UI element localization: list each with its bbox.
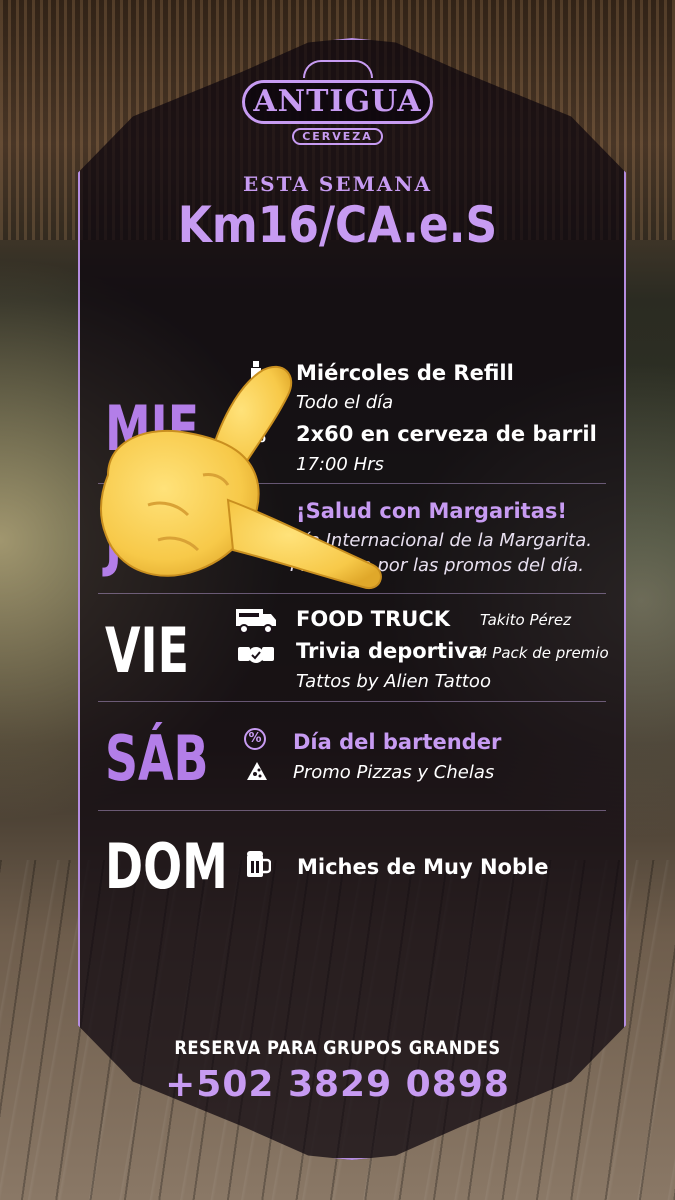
- day-label-sab: SÁB: [105, 722, 209, 795]
- divider: [98, 701, 606, 702]
- cta-label: RESERVA PARA GRUPOS GRANDES: [174, 1037, 501, 1059]
- day-label-dom: DOM: [105, 830, 228, 903]
- dom-line-1: Miches de Muy Noble: [297, 855, 549, 879]
- location-title: Km16/CA.e.S: [177, 196, 498, 254]
- percent-icon: %: [244, 728, 266, 750]
- phone-number[interactable]: +502 3829 0898: [0, 1064, 675, 1105]
- vie-line-2: Trivia deportiva: [296, 639, 483, 663]
- divider: [98, 810, 606, 811]
- day-label-vie: VIE: [105, 614, 189, 687]
- vie-line-1-extra: Takito Pérez: [480, 611, 572, 629]
- pointing-hand-icon: [100, 365, 382, 590]
- trivia-icon: [238, 647, 274, 663]
- vie-line-3: Tattos by Alien Tattoo: [296, 671, 491, 692]
- food-truck-icon: [236, 609, 276, 634]
- logo-brand: ANTIGUA: [242, 79, 433, 124]
- logo-crown-icon: [302, 59, 373, 78]
- logo-sub: CERVEZA: [292, 127, 383, 145]
- sab-line-1: Día del bartender: [293, 730, 502, 754]
- pizza-icon: [247, 762, 267, 780]
- sab-line-2: Promo Pizzas y Chelas: [293, 762, 495, 783]
- week-label: ESTA SEMANA: [242, 172, 433, 196]
- antigua-logo: ANTIGUA CERVEZA: [242, 52, 433, 152]
- vie-line-2-extra: 4 Pack de premio: [478, 644, 609, 662]
- beer-mug-icon: [247, 851, 271, 877]
- vie-line-1: FOOD TRUCK: [296, 607, 451, 631]
